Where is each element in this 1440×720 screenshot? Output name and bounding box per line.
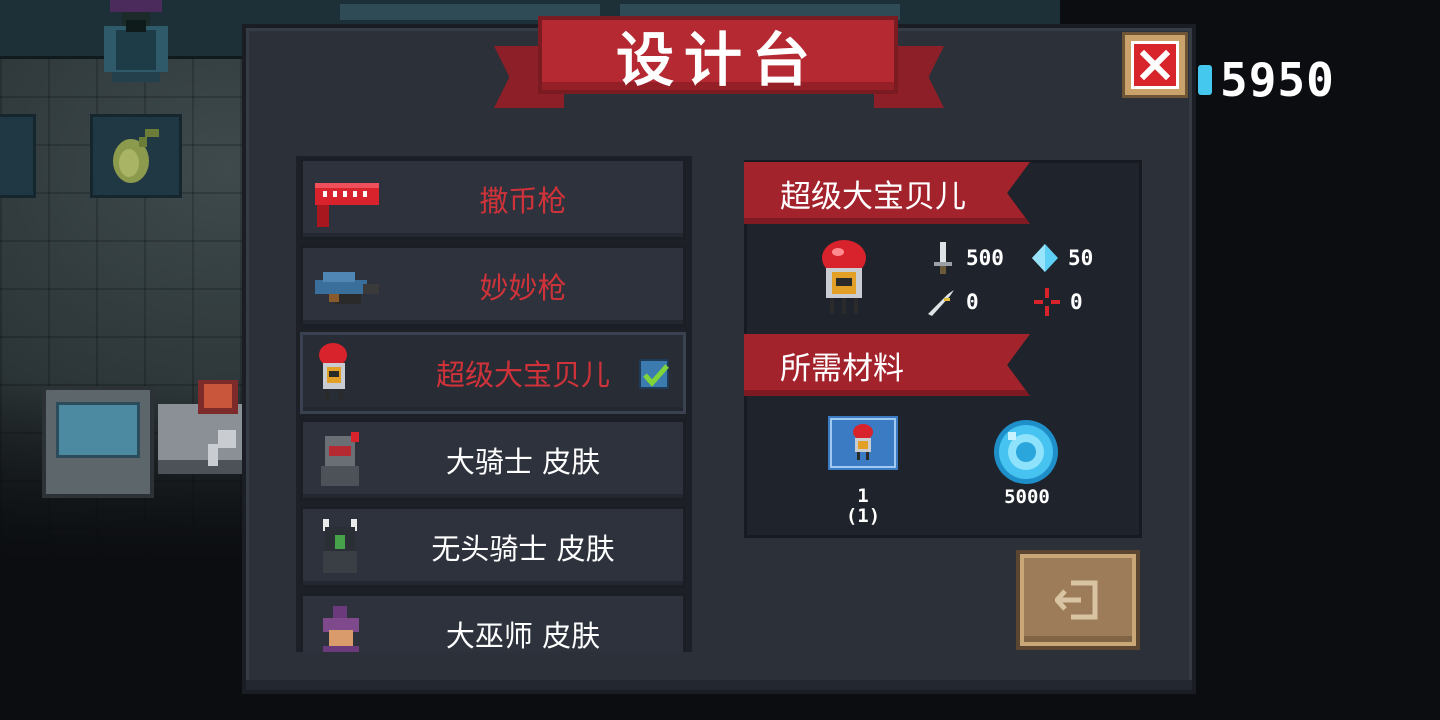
gem-cost: 5000: [1004, 486, 1050, 508]
red-bomb-robot-icon: [319, 343, 347, 401]
blueprint-label: 大巫师 皮肤: [445, 619, 601, 652]
stat-accuracy: 0: [1034, 288, 1083, 316]
blueprint-item-knight-skin[interactable]: 大骑士 皮肤: [300, 419, 686, 501]
computer-terminal: [42, 386, 154, 498]
close-button[interactable]: [1122, 32, 1188, 98]
wizard-character: [104, 0, 168, 82]
red-coin-gun-icon: [315, 183, 379, 227]
wizard-skin-icon: [323, 606, 359, 652]
blueprint-list[interactable]: 撒币枪 妙妙枪 超级大宝贝儿 大骑士 皮肤 无头骑士 皮肤 大巫师 皮肤: [296, 156, 692, 652]
blueprint-item-wizard-skin[interactable]: 大巫师 皮肤: [300, 593, 686, 652]
blueprint-count: 1 (1): [845, 485, 881, 527]
materials-ribbon: 所需材料: [744, 334, 1030, 396]
blueprint-label: 撒币枪: [479, 184, 567, 218]
sword-icon: [934, 242, 952, 274]
checkmark-icon: [643, 364, 669, 387]
exit-button[interactable]: [1016, 550, 1140, 650]
selected-checkbox[interactable]: [639, 359, 669, 389]
blue-gun-icon: [315, 272, 379, 304]
blueprint-label: 大骑士 皮肤: [445, 445, 601, 479]
blueprint-icon: [828, 416, 898, 470]
title-banner: 设计台: [494, 16, 944, 116]
blueprint-item-headless-knight-skin[interactable]: 无头骑士 皮肤: [300, 506, 686, 588]
blueprint-item-magic-gun[interactable]: 妙妙枪: [300, 245, 686, 327]
coin-counter: 5950: [1198, 53, 1335, 107]
item-name-ribbon: 超级大宝贝儿: [744, 162, 1030, 224]
blueprint-item-super-baby[interactable]: 超级大宝贝儿: [300, 332, 686, 414]
knight-skin-icon: [321, 432, 359, 486]
item-name: 超级大宝贝儿: [780, 178, 966, 215]
item-preview-icon: [822, 240, 866, 314]
coin-value: 5950: [1220, 53, 1335, 107]
dialog-title: 设计台: [615, 26, 820, 94]
item-slot: [90, 114, 182, 198]
blueprint-label: 超级大宝贝儿: [435, 358, 610, 392]
energy-crystal-icon: [1032, 244, 1058, 272]
seed-pod-icon: [113, 129, 159, 183]
exit-icon: [1055, 580, 1098, 620]
blue-gem-icon: [994, 420, 1058, 484]
crosshair-icon: [1034, 288, 1060, 316]
materials-heading: 所需材料: [780, 350, 904, 387]
crafting-anvil: [158, 380, 242, 474]
blueprint-label: 妙妙枪: [479, 271, 567, 305]
crit-dagger-icon: [928, 290, 954, 316]
blueprint-label: 无头骑士 皮肤: [431, 532, 615, 566]
close-icon: [1140, 50, 1170, 80]
headless-knight-skin-icon: [323, 519, 357, 573]
stat-energy: 50: [1032, 244, 1093, 272]
stat-attack: 500: [930, 242, 1004, 274]
gem-icon: [1198, 65, 1212, 95]
item-slot: [0, 114, 36, 198]
stat-crit: 0: [926, 288, 979, 316]
blueprint-item-coin-gun[interactable]: 撒币枪: [300, 158, 686, 240]
